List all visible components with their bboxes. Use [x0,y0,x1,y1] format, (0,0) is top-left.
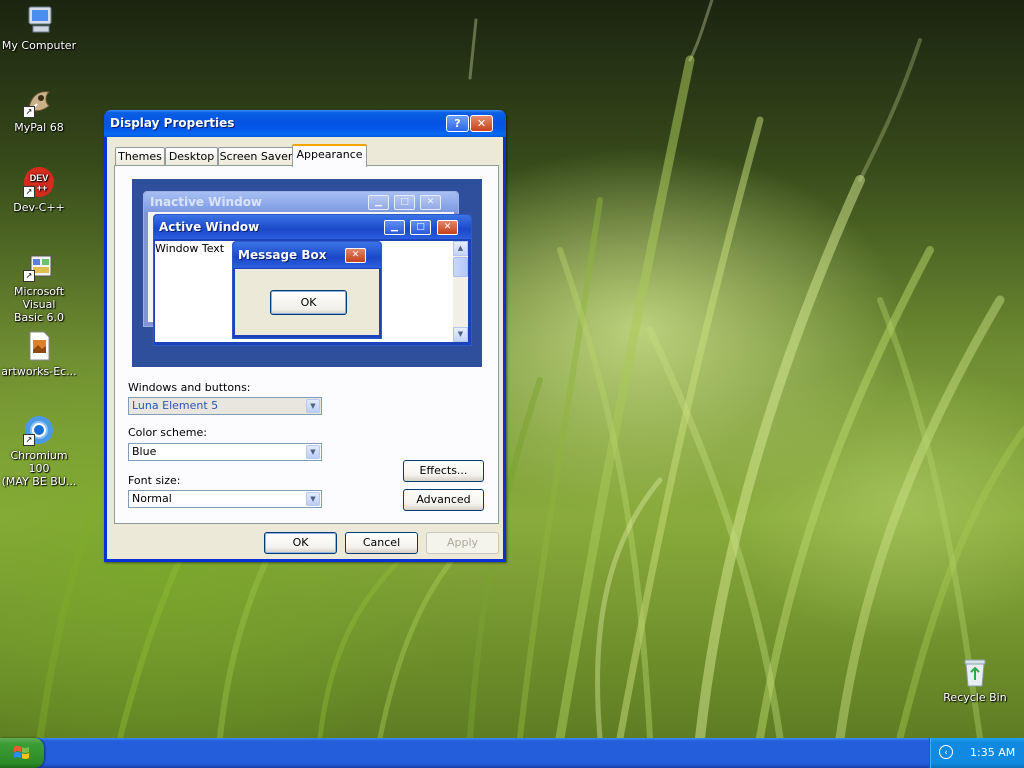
system-tray: ‹ 1:35 AM [929,738,1024,768]
scroll-up-icon: ▲ [453,241,468,256]
preview-message-box: Message Box ✕ OK [232,241,382,339]
preview-close-icon: ✕ [420,195,441,210]
chevron-down-icon[interactable]: ▼ [306,399,320,413]
desktop-icon-chromium[interactable]: ↗ Chromium 100 (MAY BE BU... [0,414,78,488]
color-scheme-label: Color scheme: [128,426,207,439]
desktop-icon-artworks[interactable]: artworks-Ec... [0,330,78,378]
scroll-down-icon: ▼ [453,327,468,342]
start-button[interactable] [0,738,44,768]
desktop-icon-mypal[interactable]: ↗ MyPal 68 [0,86,78,134]
font-size-select[interactable]: Normal ▼ [128,490,322,508]
desktop-icon-recycle-bin[interactable]: Recycle Bin [936,656,1014,704]
close-button[interactable]: ✕ [470,115,493,132]
recycle-bin-icon [959,656,991,688]
preview-window-text: Window Text [155,242,225,255]
help-button[interactable]: ? [446,115,469,132]
desktop-icon-devcpp[interactable]: DEV ++ ↗ Dev-C++ [0,166,78,214]
taskbar[interactable]: ‹ 1:35 AM [0,738,1024,768]
desktop-icon-label: artworks-Ec... [1,365,77,378]
devcpp-badge-bottom: ++ [37,183,48,193]
shortcut-arrow-icon: ↗ [23,106,35,118]
windows-buttons-value: Luna Element 5 [132,399,219,412]
appearance-preview: Inactive Window ▁ □ ✕ Active Window ▁ □ … [132,179,482,367]
display-properties-window[interactable]: Display Properties ? ✕ Themes Desktop Sc… [104,110,506,562]
desktop-icon-label: MyPal 68 [14,121,64,134]
chevron-down-icon[interactable]: ▼ [306,445,320,459]
font-size-value: Normal [132,492,172,505]
preview-maximize-icon: □ [410,220,431,235]
effects-button[interactable]: Effects... [403,460,484,482]
tab-themes[interactable]: Themes [115,147,165,165]
color-scheme-value: Blue [132,445,157,458]
devcpp-badge-top: DEV [30,173,49,183]
taskbar-clock[interactable]: 1:35 AM [970,746,1015,759]
window-client-area: Themes Desktop Screen Saver Appearance I… [107,137,503,559]
ok-button[interactable]: OK [264,532,337,554]
shortcut-arrow-icon: ↗ [23,434,35,446]
shortcut-arrow-icon: ↗ [23,270,35,282]
windows-logo-icon [14,746,29,759]
preview-maximize-icon: □ [394,195,415,210]
computer-icon [23,4,55,36]
apply-button[interactable]: Apply [426,532,499,554]
desktop-icon-my-computer[interactable]: My Computer [0,4,78,52]
shortcut-arrow-icon: ↗ [23,186,35,198]
chevron-down-icon[interactable]: ▼ [306,492,320,506]
preview-minimize-icon: ▁ [368,195,389,210]
preview-close-icon: ✕ [437,220,458,235]
windows-buttons-label: Windows and buttons: [128,381,251,394]
image-file-icon [23,330,55,362]
scroll-thumb [453,257,468,277]
mypal-icon: ↗ [23,86,55,118]
tab-appearance[interactable]: Appearance [292,144,367,167]
tab-desktop[interactable]: Desktop [165,147,218,165]
advanced-button[interactable]: Advanced [403,489,484,511]
window-titlebar[interactable]: Display Properties ? ✕ [104,110,506,137]
windows-buttons-select[interactable]: Luna Element 5 ▼ [128,397,322,415]
cancel-button[interactable]: Cancel [345,532,418,554]
preview-close-icon: ✕ [345,248,366,263]
preview-message-box-body: OK [235,269,379,335]
preview-scrollbar: ▲ ▼ [453,241,468,342]
desktop-icon-label: Microsoft Visual Basic 6.0 [13,285,65,324]
devcpp-icon: DEV ++ ↗ [23,166,55,198]
desktop-icon-label: Dev-C++ [13,201,65,214]
font-size-label: Font size: [128,474,181,487]
desktop-icon-label: Recycle Bin [943,691,1007,704]
visual-basic-icon: ↗ [23,250,55,282]
chromium-icon: ↗ [23,414,55,446]
preview-ok-button: OK [270,290,347,315]
color-scheme-select[interactable]: Blue ▼ [128,443,322,461]
tab-screen-saver[interactable]: Screen Saver [218,147,294,165]
desktop-icon-label: Chromium 100 (MAY BE BU... [1,449,77,488]
preview-minimize-icon: ▁ [384,220,405,235]
appearance-panel: Inactive Window ▁ □ ✕ Active Window ▁ □ … [114,165,499,524]
chevron-left-icon[interactable]: ‹ [939,745,953,759]
window-title: Display Properties [110,116,235,130]
desktop-icon-visual-basic[interactable]: ↗ Microsoft Visual Basic 6.0 [0,250,78,324]
desktop-icon-label: My Computer [1,39,77,52]
